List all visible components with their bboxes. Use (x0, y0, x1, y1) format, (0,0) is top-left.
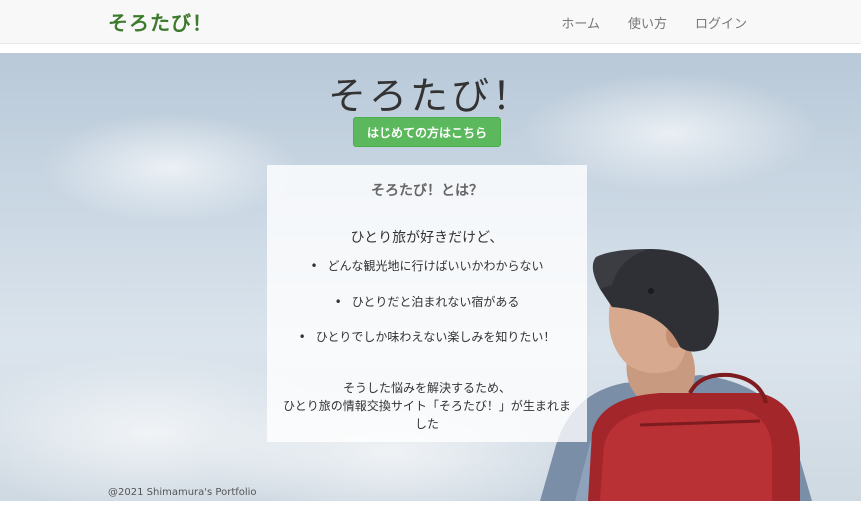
list-item: • ひとりでしか味わえない楽しみを知りたい！ (267, 328, 587, 345)
navbar: そろたび！ ホーム 使い方 ログイン (0, 0, 861, 44)
nav-login-link[interactable]: ログイン (695, 13, 747, 32)
bullet-icon: • (298, 330, 306, 344)
nav-usage-link[interactable]: 使い方 (628, 13, 667, 32)
closing-line: そうした悩みを解決するため、 (342, 381, 511, 395)
nav-home-link[interactable]: ホーム (561, 13, 600, 32)
footer-copyright: @2021 Shimamura's Portfolio (108, 487, 257, 498)
list-item: • どんな観光地に行けばいいかわからない (267, 257, 587, 274)
about-closing: そうした悩みを解決するため、 ひとり旅の情報交換サイト「そろたび！」が生まれまし… (279, 379, 575, 433)
list-item-text: どんな観光地に行けばいいかわからない (327, 259, 544, 273)
brand-logo-link[interactable]: そろたび！ (108, 7, 213, 36)
about-lead: ひとり旅が好きだけど、 (350, 230, 504, 246)
closing-line: ひとり旅の情報交換サイト「そろたび！」が生まれました (283, 399, 571, 431)
about-panel: そろたび！とは？ ひとり旅が好きだけど、 • どんな観光地に行けばいいかわからない… (267, 165, 587, 442)
list-item: • ひとりだと泊まれない宿がある (267, 293, 587, 310)
nav-links: ホーム 使い方 ログイン (561, 13, 747, 32)
list-item-text: ひとりだと泊まれない宿がある (351, 295, 520, 309)
bullet-icon: • (310, 259, 318, 273)
about-title: そろたび！とは？ (371, 183, 483, 199)
bullet-icon: • (334, 295, 342, 309)
hero-section: そろたび！ はじめての方はこちら そろたび！とは？ ひとり旅が好きだけど、 • ど… (0, 53, 861, 501)
list-item-text: ひとりでしか味わえない楽しみを知りたい！ (315, 330, 556, 344)
first-time-button[interactable]: はじめての方はこちら (353, 117, 501, 147)
hero-title: そろたび！ (327, 74, 533, 118)
